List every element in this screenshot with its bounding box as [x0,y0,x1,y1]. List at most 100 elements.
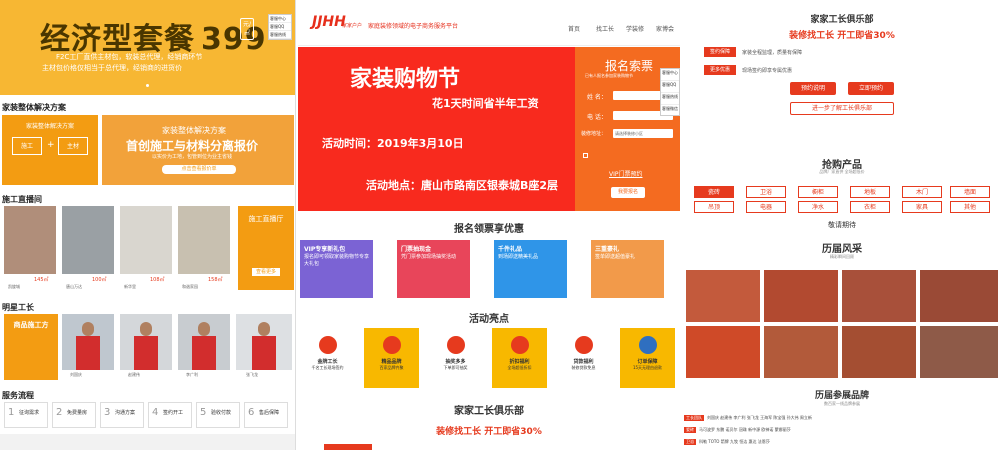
event-photo[interactable] [842,326,916,378]
event-photo[interactable] [686,326,760,378]
product-tile-ceiling[interactable]: 吊顶 [694,201,734,213]
brand-subtitle: 数百家一线品牌参展 [824,401,860,406]
highlight-card: 订单保障 15天无理由退款 [620,328,675,388]
process-step: 6 售后保障 [244,402,288,428]
worker-name: 张飞龙 [246,372,258,377]
left-page-panel: 经济型套餐 399 元/㎡ F2C工厂直供主材包，软装总代理，经销商环节 主材包价… [0,0,296,450]
product-tile-door[interactable]: 木门 [902,186,942,198]
float-item[interactable]: 客服微信 [661,105,679,117]
solution-card-left[interactable]: 家装整体解决方案 施工 + 主材 [2,115,98,185]
tag-guarantee: 签约保障 [704,47,736,57]
float-item[interactable]: 客服热线 [661,93,679,105]
brand-row: 卫浴 科勒 TOTO 箭牌 九牧 恒洁 惠达 法恩莎 [684,439,770,445]
registration-subtitle: 已有人报名参加家装购物节 [585,73,633,78]
process-step: 2 免费量房 [52,402,96,428]
vip-link[interactable]: VIP门票预约 [609,169,643,178]
product-tile-bath[interactable]: 卫浴 [746,186,786,198]
view-quote-button[interactable]: 点击查看报价单 [162,165,236,174]
product-tile-cabinet[interactable]: 橱柜 [798,186,838,198]
worker-photo[interactable] [62,314,114,370]
club-title: 家家工长俱乐部 [810,15,874,25]
event-photo[interactable] [920,270,998,322]
worker-photo[interactable] [178,314,230,370]
event-photo[interactable] [764,326,838,378]
worker-photo[interactable] [236,314,292,370]
product-tile-wall[interactable]: 墙面 [950,186,990,198]
live-area: 108㎡ [150,277,165,283]
product-tile-water[interactable]: 净水 [798,201,838,213]
register-button[interactable]: 我要报名 [611,187,645,198]
floating-service-bar: 客服中心 客服QQ 客服热线 客服微信 [660,68,680,116]
center-page-panel: JJHH 家家户户 家庭装修领域的电子商务服务平台 首页 找工长 学装修 家博会… [298,0,680,450]
section-title-stars: 明星工长 [2,303,34,312]
site-logo-small: 家家户户 [342,23,363,29]
worker-photo[interactable] [120,314,172,370]
product-tile-furniture[interactable]: 家具 [902,201,942,213]
live-photo[interactable] [4,206,56,274]
solution-right-sub: 以实价为工地，包管到位为业主省钱 [152,154,233,160]
site-logo[interactable]: JJHH [312,14,346,30]
banner-subtitle-2: 主材包价格仅相当于总代理，经销商的进货价 [42,64,182,72]
nav-find-foreman[interactable]: 找工长 [596,24,614,33]
brand-row: 工长团队 刘国庆 赵建伟 李广利 张飞龙 王海军 陈宝强 孙大伟 周立新 [684,415,812,421]
nav-learn[interactable]: 学装修 [626,24,644,33]
star-side-box: 商品施工方 [4,314,58,380]
product-tile-wardrobe[interactable]: 衣柜 [850,201,890,213]
product-tile-ceramic[interactable]: 瓷砖 [694,186,734,198]
solution-right-title: 家装整体解决方案 [162,126,226,135]
star-side-title: 商品施工方 [13,321,49,329]
tag-discount-text: 现场签约即享专属优惠 [742,68,793,74]
book-now-button[interactable]: 立即预约 [848,82,894,95]
product-tile-appliance[interactable]: 电器 [746,201,786,213]
event-photo[interactable] [686,270,760,322]
event-time: 活动时间：2019年3月10日 [322,137,464,150]
event-photo[interactable] [764,270,838,322]
product-tile-floor[interactable]: 地板 [850,186,890,198]
coupon-card[interactable]: 千件礼品 到场即送精美礼品 [494,240,567,298]
learn-more-button[interactable]: 进一步了解工长俱乐部 [790,102,894,115]
registration-title: 报名索票 [605,59,654,73]
process-step: 1 征询需求 [4,402,48,428]
event-photo[interactable] [842,270,916,322]
live-photo[interactable] [178,206,230,274]
float-item[interactable]: 客服QQ [269,23,291,31]
live-photo[interactable] [120,206,172,274]
live-caption: 新华里 [124,284,136,289]
site-header: JJHH 家家户户 家庭装修领域的电子商务服务平台 首页 找工长 学装修 家博会 [298,0,680,46]
coupon-card[interactable]: 三重豪礼 签单即送超值豪礼 [591,240,664,298]
carousel-dot[interactable] [146,84,149,87]
worker-name: 赵建伟 [128,372,140,377]
coupon-card[interactable]: 门票抽现金 凭门票参加现场抽奖活动 [397,240,470,298]
name-label: 姓 名： [587,94,607,101]
nav-home[interactable]: 首页 [568,24,580,33]
solution-card-right[interactable]: 家装整体解决方案 首创施工与材料分离报价 以实价为工地，包管到位为业主省钱 点击… [102,115,294,185]
package-banner[interactable]: 经济型套餐 399 元/㎡ F2C工厂直供主材包，软装总代理，经销商环节 主材包价… [0,0,295,95]
process-step: 4 签约开工 [148,402,192,428]
brand-row: 瓷砖 马可波罗 东鹏 诺贝尔 冠珠 新中源 欧神诺 蒙娜丽莎 [684,427,791,433]
float-item[interactable]: 客服热线 [269,31,291,39]
banner-unit: 元/㎡ [240,18,254,40]
club-tag [324,444,372,450]
coupon-card[interactable]: VIP专享新礼包 报名即可领取家装购物节专享大礼包 [300,240,373,298]
highlight-card: 金牌工长 千名工长现场签约 [300,328,355,388]
float-item[interactable]: 客服中心 [661,69,679,81]
coin-icon [574,336,593,354]
plus-sign: + [47,140,55,150]
nav-expo[interactable]: 家博会 [656,24,674,33]
live-area: 145㎡ [34,277,49,283]
live-caption: 和谐家园 [182,284,198,289]
vip-checkbox[interactable] [583,153,588,158]
float-item[interactable]: 客服中心 [269,15,291,23]
star-icon [382,336,401,354]
view-more-button[interactable]: 查看更多 [252,268,280,276]
highlight-card: 精品品牌 百家品牌齐聚 [364,328,419,388]
address-select[interactable]: 请选择装修小区 [613,129,673,138]
float-item[interactable]: 客服QQ [661,81,679,93]
event-banner: 家装购物节 花1天时间省半年工资 活动时间：2019年3月10日 活动地点：唐山… [298,47,575,211]
event-photo[interactable] [920,326,998,378]
product-tile-other[interactable]: 其他 [950,201,990,213]
live-photo[interactable] [62,206,114,274]
live-area: 158㎡ [208,277,223,283]
solution-right-headline: 首创施工与材料分离报价 [126,139,259,153]
appointment-info-button[interactable]: 预约说明 [790,82,836,95]
